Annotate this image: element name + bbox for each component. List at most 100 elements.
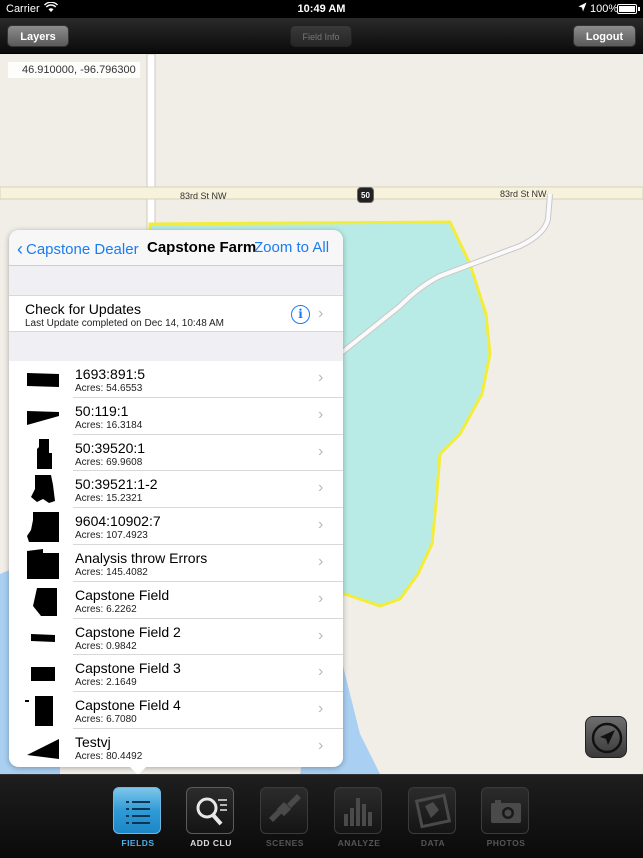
field-info-button[interactable]: Field Info xyxy=(290,25,352,47)
field-shape-thumbnail xyxy=(31,667,55,682)
field-shape-thumbnail xyxy=(27,512,59,543)
location-arrow-icon xyxy=(578,2,587,15)
tab-label: SCENES xyxy=(266,838,304,848)
field-shape-thumbnail xyxy=(33,587,57,616)
fields-list-icon xyxy=(113,787,161,834)
chevron-right-icon: › xyxy=(318,552,324,570)
section-separator xyxy=(9,266,343,295)
field-shape-thumbnail xyxy=(31,475,55,504)
layers-button[interactable]: Layers xyxy=(7,25,69,47)
field-name: 50:119:1 xyxy=(75,402,129,419)
fields-popover: ‹ Capstone Dealer Capstone Farm Zoom to A… xyxy=(9,230,343,767)
field-name: 50:39521:1-2 xyxy=(75,476,158,493)
field-shape-thumbnail xyxy=(37,438,52,469)
chevron-right-icon: › xyxy=(318,405,324,423)
camera-icon xyxy=(481,787,529,834)
field-acres: Acres: 16.3184 xyxy=(75,419,143,431)
info-icon[interactable]: i xyxy=(291,305,310,324)
road-vertical xyxy=(146,54,156,235)
field-shape-thumbnail xyxy=(25,696,53,727)
list-item[interactable]: 50:119:1 Acres: 16.3184 › xyxy=(9,397,343,435)
top-toolbar: Layers Field Info Logout xyxy=(0,18,643,54)
field-name: Capstone Field 3 xyxy=(75,660,181,677)
field-name: 50:39520:1 xyxy=(75,439,146,456)
tab-label: DATA xyxy=(420,838,446,848)
field-acres: Acres: 6.2262 xyxy=(75,603,137,615)
chevron-right-icon: › xyxy=(318,369,324,386)
chevron-left-icon: ‹ xyxy=(17,239,23,259)
field-name: Testvj xyxy=(75,733,111,750)
field-acres: Acres: 145.4082 xyxy=(75,566,148,578)
route-shield-icon: 50 xyxy=(357,187,374,203)
battery-percent: 100% xyxy=(590,3,619,15)
satellite-icon xyxy=(260,787,308,834)
navigation-arrow-icon xyxy=(591,722,623,754)
coordinates-readout: 46.910000, -96.796300 xyxy=(8,62,140,78)
list-item[interactable]: Capstone Field 2 Acres: 0.9842 › xyxy=(9,618,343,656)
field-name: 9604:10902:7 xyxy=(75,513,161,530)
field-acres: Acres: 15.2321 xyxy=(75,493,143,505)
battery-tip xyxy=(638,7,640,11)
tab-label: FIELDS xyxy=(121,838,155,848)
field-shape-thumbnail xyxy=(27,738,59,759)
field-name: Capstone Field xyxy=(75,586,170,603)
popover-title: Capstone Farm xyxy=(147,239,257,256)
field-shape-thumbnail xyxy=(31,633,55,642)
field-name: Capstone Field 4 xyxy=(75,697,181,714)
locate-me-button[interactable] xyxy=(585,716,627,758)
field-shape-thumbnail xyxy=(27,410,59,425)
road-label-left: 83rd St NW xyxy=(180,191,227,201)
check-updates-row[interactable]: Check for Updates Last Update completed … xyxy=(9,295,343,332)
bottom-tab-bar: FIELDS ADD CLU SCENES ANALYZE DATA PHOTO… xyxy=(0,774,643,858)
field-acres: Acres: 6.7080 xyxy=(75,714,137,726)
chevron-right-icon: › xyxy=(318,479,324,497)
last-update-text: Last Update completed on Dec 14, 10:48 A… xyxy=(25,318,225,329)
field-shape-thumbnail xyxy=(27,548,59,579)
back-button[interactable]: ‹ Capstone Dealer xyxy=(17,238,139,259)
tab-label: ANALYZE xyxy=(337,838,381,848)
chevron-right-icon: › xyxy=(318,700,324,718)
status-bar: Carrier 10:49 AM 100% xyxy=(0,0,643,18)
list-item[interactable]: 9604:10902:7 Acres: 107.4923 › xyxy=(9,508,343,545)
back-label: Capstone Dealer xyxy=(26,241,139,258)
field-shape-thumbnail xyxy=(27,373,59,387)
status-time: 10:49 AM xyxy=(297,3,346,15)
list-item[interactable]: 50:39521:1-2 Acres: 15.2321 › xyxy=(9,471,343,509)
field-acres: Acres: 69.9608 xyxy=(75,456,143,468)
chevron-right-icon: › xyxy=(318,516,324,534)
chevron-right-icon: › xyxy=(318,589,324,607)
field-acres: Acres: 107.4923 xyxy=(75,530,148,542)
list-item[interactable]: 1693:891:5 Acres: 54.6553 › xyxy=(9,361,343,398)
road-label-right: 83rd St NW xyxy=(500,189,547,199)
chevron-right-icon: › xyxy=(318,442,324,460)
field-name: Capstone Field 2 xyxy=(75,623,181,640)
tab-label: PHOTOS xyxy=(486,838,526,848)
bar-chart-icon xyxy=(334,787,382,834)
battery-icon xyxy=(617,4,637,14)
check-updates-title: Check for Updates xyxy=(25,301,141,317)
field-acres: Acres: 80.4492 xyxy=(75,750,143,762)
field-name: Analysis throw Errors xyxy=(75,549,208,566)
add-clu-icon xyxy=(186,787,234,834)
field-list: 1693:891:5 Acres: 54.6553 › 50:119:1 Acr… xyxy=(9,361,343,766)
list-item[interactable]: Analysis throw Errors Acres: 145.4082 › xyxy=(9,544,343,582)
field-acres: Acres: 2.1649 xyxy=(75,677,137,689)
popover-nav-bar: ‹ Capstone Dealer Capstone Farm Zoom to A… xyxy=(9,230,343,266)
tab-label: ADD CLU xyxy=(190,838,232,848)
field-name: 1693:891:5 xyxy=(75,366,146,382)
chevron-right-icon: › xyxy=(318,736,324,754)
data-map-icon xyxy=(408,787,456,834)
logout-button[interactable]: Logout xyxy=(573,25,636,47)
section-separator xyxy=(9,332,343,361)
list-item[interactable]: Capstone Field 4 Acres: 6.7080 › xyxy=(9,692,343,729)
field-acres: Acres: 0.9842 xyxy=(75,640,137,652)
field-acres: Acres: 54.6553 xyxy=(75,383,143,394)
zoom-to-all-button[interactable]: Zoom to All xyxy=(254,239,329,256)
chevron-right-icon: › xyxy=(318,663,324,681)
list-item[interactable]: 50:39520:1 Acres: 69.9608 › xyxy=(9,434,343,472)
list-item[interactable]: Capstone Field 3 Acres: 2.1649 › xyxy=(9,655,343,693)
list-item[interactable]: Testvj Acres: 80.4492 › xyxy=(9,728,343,766)
list-item[interactable]: Capstone Field Acres: 6.2262 › xyxy=(9,581,343,619)
chevron-right-icon: › xyxy=(318,626,324,644)
chevron-right-icon: › xyxy=(318,305,324,322)
